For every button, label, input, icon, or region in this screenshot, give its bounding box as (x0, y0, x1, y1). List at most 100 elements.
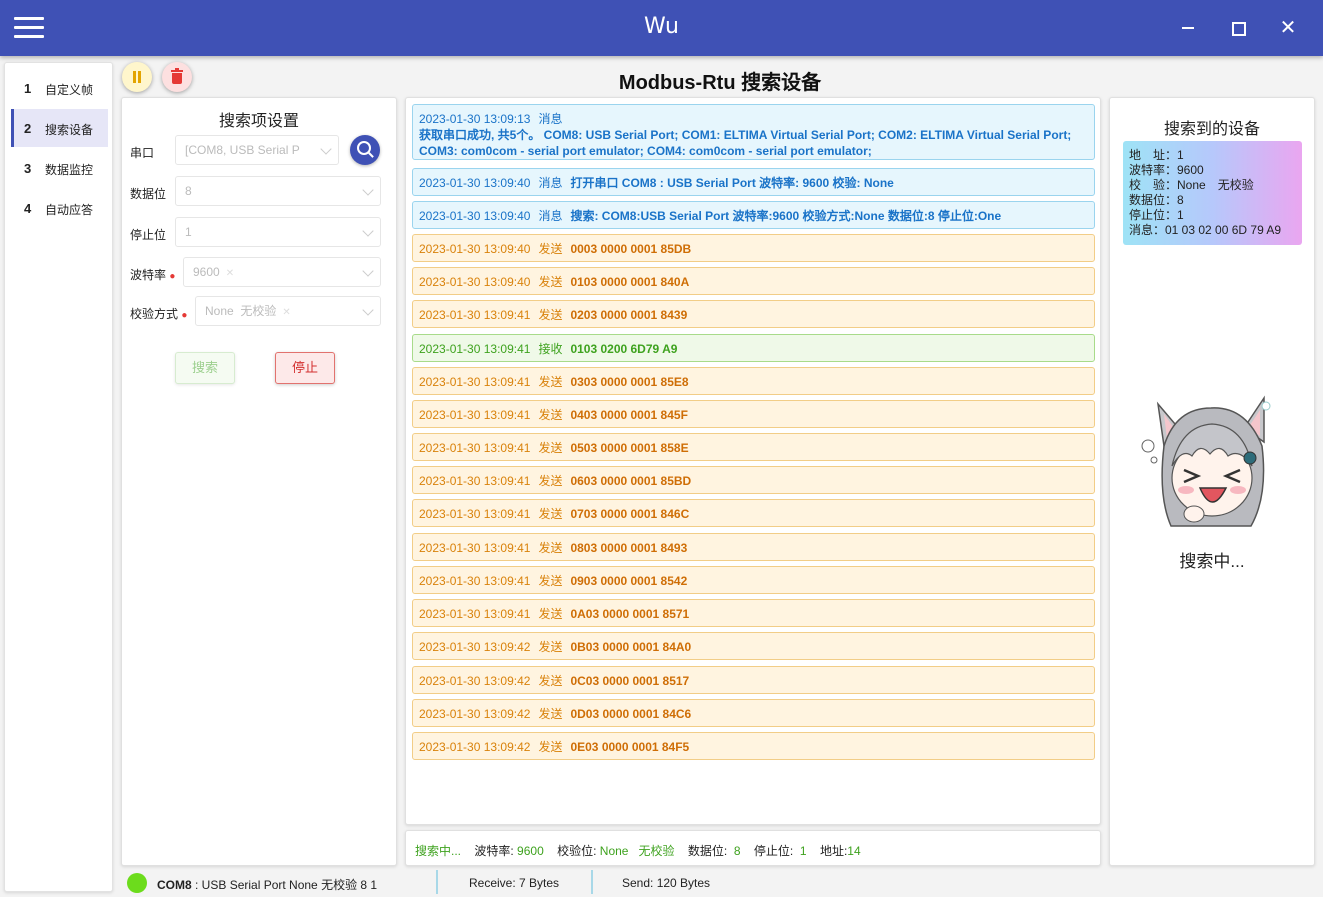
close-icon[interactable]: ✕ (282, 307, 290, 318)
nav-item-data-monitor[interactable]: 3 数据监控 (11, 149, 108, 187)
required-mark: ● (181, 310, 188, 321)
log-message: 获取串口成功, 共5个。 COM8: USB Serial Port; COM1… (419, 128, 1072, 158)
nav-item-number: 3 (24, 161, 32, 176)
log-entry: 2023-01-30 13:09:41 发送 0503 0000 0001 858E (412, 433, 1095, 461)
log-message: 搜索: COM8:USB Serial Port 波特率:9600 校验方式:N… (570, 209, 1002, 223)
port-label: 串口 (130, 146, 155, 160)
stop-button[interactable]: 停止 (275, 352, 335, 384)
nav-item-label: 自动应答 (45, 203, 94, 217)
log-timestamp: 2023-01-30 13:09:13 (419, 112, 531, 126)
chevron-down-icon (362, 265, 374, 277)
chevron-down-icon (362, 225, 374, 237)
nav-item-label: 数据监控 (45, 163, 94, 177)
device-parity: 校 验：None 无校验 (1129, 178, 1254, 192)
log-timestamp: 2023-01-30 13:09:40 (419, 176, 531, 190)
log-entry: 2023-01-30 13:09:40 发送 0103 0000 0001 840A (412, 267, 1095, 295)
minimize-button[interactable] (1176, 16, 1200, 40)
log-entry: 2023-01-30 13:09:40 发送 0003 0000 0001 85DB (412, 234, 1095, 262)
settings-title: 搜索项设置 (218, 113, 299, 130)
parity-value-cn: 无校验 (240, 304, 277, 318)
nav-item-label: 搜索设备 (45, 123, 94, 137)
log-kind: 消息 (538, 112, 563, 126)
log-entry: 2023-01-30 13:09:41 接收 0103 0200 6D79 A9 (412, 334, 1095, 362)
device-baud: 波特率：9600 (1129, 163, 1204, 177)
log-timestamp: 2023-01-30 13:09:40 (419, 209, 531, 223)
app-title: Wu (644, 14, 679, 39)
device-card[interactable]: 地 址：1 波特率：9600 校 验：None 无校验 数据位：8 停止位：1 … (1123, 141, 1302, 245)
status-bar: COM8 : USB Serial Port None 无校验 8 1 Rece… (115, 868, 1323, 897)
status-state: 搜索中... (415, 844, 462, 858)
baud-select[interactable]: 9600 ✕ (183, 257, 381, 287)
port-name: COM8 (157, 878, 192, 892)
pause-button[interactable] (122, 62, 152, 92)
connection-status-dot (127, 873, 147, 893)
log-entry: 2023-01-30 13:09:41 发送 0603 0000 0001 85BD (412, 466, 1095, 494)
search-button[interactable]: 搜索 (175, 352, 235, 384)
device-address: 地 址：1 (1129, 148, 1184, 162)
search-status-line: 搜索中... 波特率: 9600 校验位: None 无校验 数据位: 8 停止… (415, 844, 861, 858)
log-kind: 消息 (538, 209, 563, 223)
log-entry: 2023-01-30 13:09:41 发送 0903 0000 0001 8542 (412, 566, 1095, 594)
stopbits-value: 1 (185, 225, 192, 239)
stopbits-select[interactable]: 1 (175, 217, 381, 247)
port-value: [COM8, USB Serial P (185, 143, 300, 157)
log-entry: 2023-01-30 13:09:41 发送 0203 0000 0001 8439 (412, 300, 1095, 328)
nav-item-number: 4 (24, 201, 32, 216)
nav-item-search-device[interactable]: 2 搜索设备 (11, 109, 108, 147)
chevron-down-icon (362, 184, 374, 196)
device-message: 消息：01 03 02 00 6D 79 A9 (1129, 223, 1282, 237)
receive-count: Receive: 7 Bytes (469, 876, 560, 890)
divider (591, 870, 593, 894)
port-select[interactable]: [COM8, USB Serial P (175, 135, 339, 165)
port-description: : USB Serial Port None 无校验 8 1 (195, 878, 378, 892)
nav-item-label: 自定义帧 (45, 83, 94, 97)
log-entry: 2023-01-30 13:09:13 消息 获取串口成功, 共5个。 COM8:… (412, 104, 1095, 160)
log-kind: 消息 (538, 176, 563, 190)
device-databits: 数据位：8 (1129, 193, 1184, 207)
port-info: COM8 : USB Serial Port None 无校验 8 1 (157, 876, 377, 893)
search-status-bar: 搜索中... 波特率: 9600 校验位: None 无校验 数据位: 8 停止… (405, 830, 1101, 866)
close-button[interactable]: ✕ (1276, 16, 1300, 40)
log-entry: 2023-01-30 13:09:41 发送 0403 0000 0001 845F (412, 400, 1095, 428)
log-entry: 2023-01-30 13:09:42 发送 0E03 0000 0001 84F5 (412, 732, 1095, 760)
databits-value: 8 (185, 184, 192, 198)
baud-value: 9600 (193, 265, 220, 279)
nav-item-number: 1 (24, 81, 32, 96)
log-entry: 2023-01-30 13:09:42 发送 0D03 0000 0001 84C6 (412, 699, 1095, 727)
log-entry: 2023-01-30 13:09:41 发送 0A03 0000 0001 8571 (412, 599, 1095, 627)
device-stopbits: 停止位：1 (1129, 208, 1184, 222)
log-entry: 2023-01-30 13:09:40 消息 搜索: COM8:USB Serial… (412, 201, 1095, 229)
log-message: 打开串口 COM8 : USB Serial Port 波特率: 9600 校验… (570, 176, 894, 190)
nav-item-custom-frame[interactable]: 1 自定义帧 (11, 69, 108, 107)
required-mark: ● (169, 271, 176, 282)
divider (436, 870, 438, 894)
databits-label: 数据位 (130, 187, 167, 201)
page-title: Modbus-Rtu 搜索设备 (618, 72, 822, 94)
mascot-image (1141, 395, 1271, 527)
nav-item-auto-reply[interactable]: 4 自动应答 (11, 189, 108, 227)
found-devices-panel: 搜索到的设备 地 址：1 波特率：9600 校 验：None 无校验 数据位：8… (1109, 97, 1315, 866)
clear-log-button[interactable] (162, 62, 192, 92)
close-icon[interactable]: ✕ (226, 268, 234, 279)
stopbits-label: 停止位 (130, 228, 167, 242)
baud-label: 波特率 ● (130, 268, 176, 282)
parity-label: 校验方式 ● (130, 307, 188, 321)
databits-select[interactable]: 8 (175, 176, 381, 206)
log-entry: 2023-01-30 13:09:41 发送 0703 0000 0001 846C (412, 499, 1095, 527)
nav-item-number: 2 (24, 121, 32, 136)
side-navigation: 1 自定义帧 2 搜索设备 3 数据监控 4 自动应答 (4, 62, 113, 892)
send-count: Send: 120 Bytes (622, 876, 711, 890)
parity-select[interactable]: None 无校验 ✕ (195, 296, 381, 326)
refresh-ports-button[interactable] (350, 135, 380, 165)
search-settings-panel: 搜索项设置 串口 [COM8, USB Serial P 数据位 8 停止位 1… (121, 97, 397, 866)
parity-value: None (205, 304, 234, 318)
log-entry: 2023-01-30 13:09:41 发送 0303 0000 0001 85E8 (412, 367, 1095, 395)
log-entry: 2023-01-30 13:09:40 消息 打开串口 COM8 : USB Ser… (412, 168, 1095, 196)
chevron-down-icon (362, 304, 374, 316)
log-entry: 2023-01-30 13:09:42 发送 0C03 0000 0001 8517 (412, 666, 1095, 694)
log-entry: 2023-01-30 13:09:42 发送 0B03 0000 0001 84A0 (412, 632, 1095, 660)
log-entry: 2023-01-30 13:09:41 发送 0803 0000 0001 8493 (412, 533, 1095, 561)
title-bar: Wu ✕ (0, 0, 1323, 56)
maximize-button[interactable] (1226, 16, 1250, 40)
log-panel: 2023-01-30 13:09:13 消息 获取串口成功, 共5个。 COM8:… (405, 97, 1101, 825)
